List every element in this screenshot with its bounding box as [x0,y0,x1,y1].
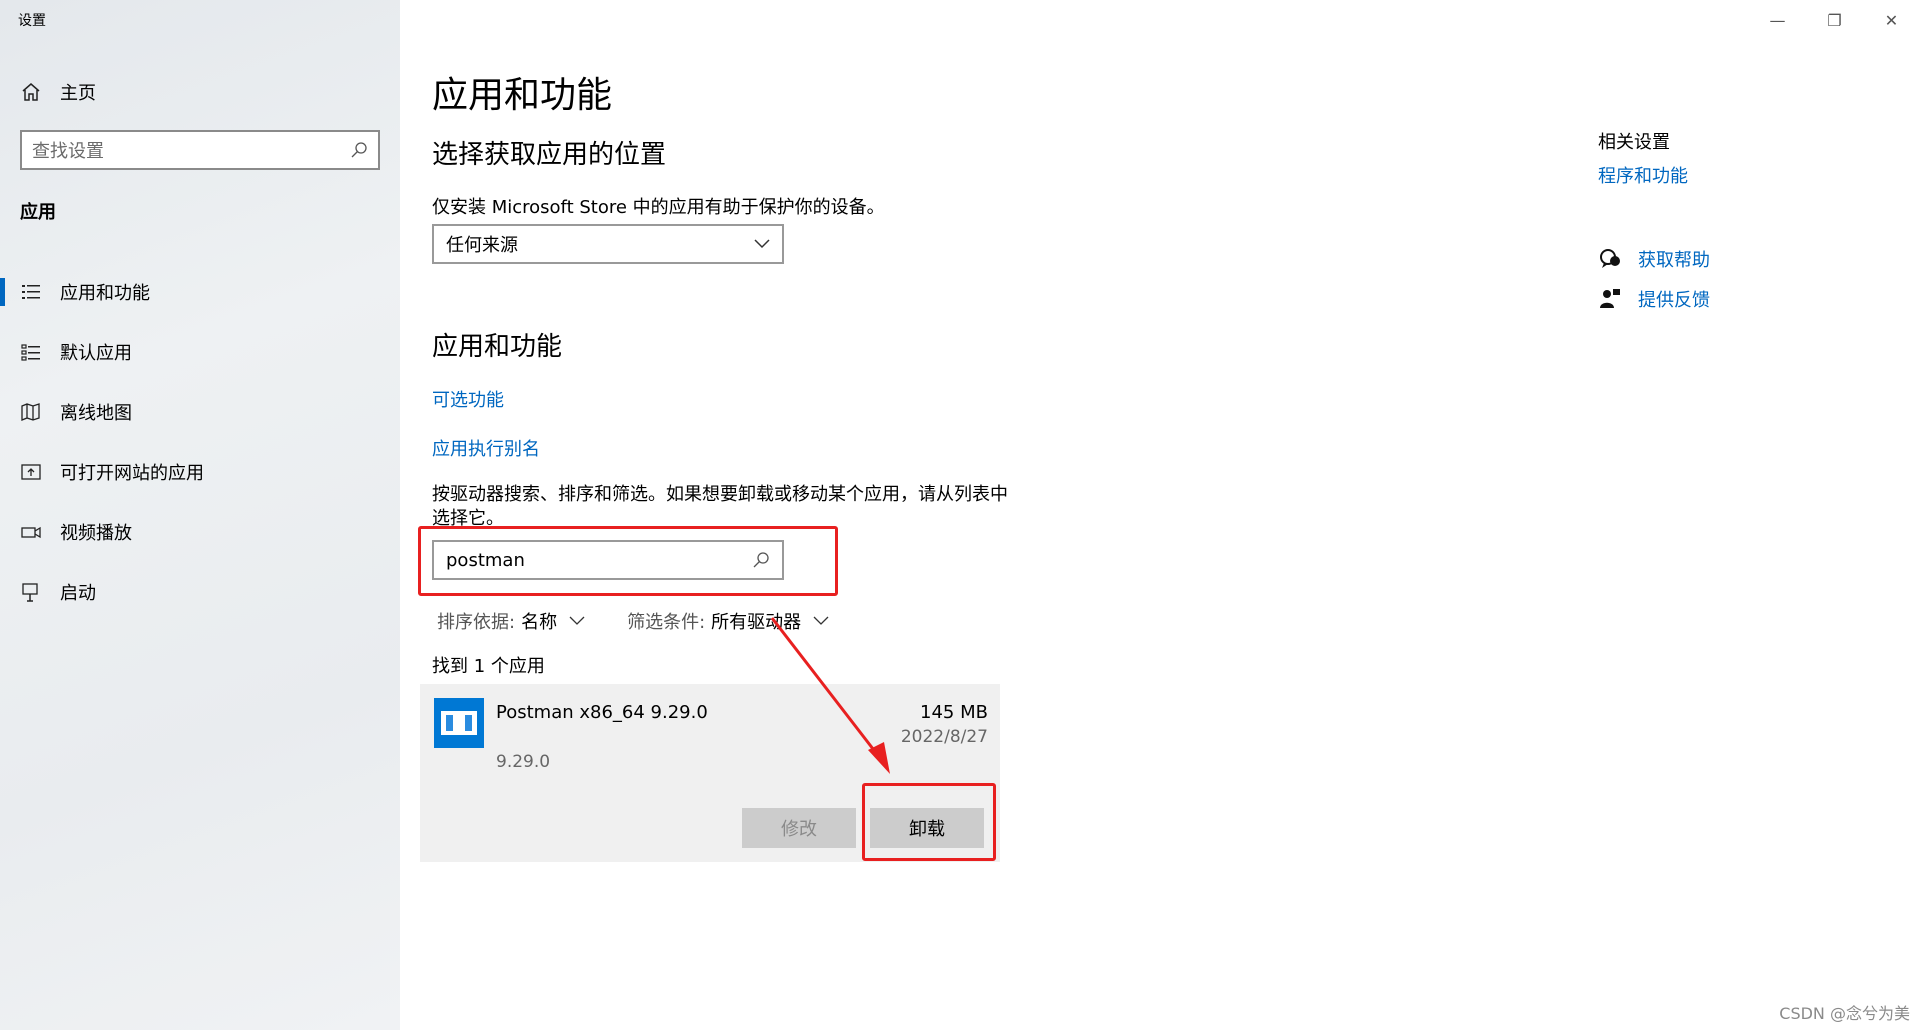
app-date: 2022/8/27 [900,727,988,747]
sidebar-item-label: 可打开网站的应用 [60,463,204,484]
feedback-label: 提供反馈 [1638,290,1710,311]
sort-value: 名称 [521,612,558,633]
sidebar-item-website-apps[interactable]: 可打开网站的应用 [0,442,400,502]
source-dropdown-value: 任何来源 [446,235,518,256]
sidebar-item-label: 应用和功能 [60,283,150,304]
sort-label: 排序依据: [437,612,516,633]
sidebar-item-label: 离线地图 [60,403,132,424]
related-title: 相关设置 [1598,132,1670,153]
sidebar-item-startup[interactable]: 启动 [0,562,400,622]
sidebar-item-default-apps[interactable]: 默认应用 [0,322,400,382]
sidebar-item-video-playback[interactable]: 视频播放 [0,502,400,562]
sidebar-item-label: 视频播放 [60,523,132,544]
source-dropdown[interactable]: 任何来源 [432,224,784,264]
app-icon [434,698,484,748]
filter-label: 筛选条件: [627,612,706,633]
sidebar-item-label: 启动 [60,583,96,604]
optional-features-link[interactable]: 可选功能 [432,386,504,412]
sidebar-nav: 应用和功能 默认应用 离线地图 可打开网站的应用 视频播放 启动 [0,262,400,622]
get-help-label: 获取帮助 [1638,250,1710,271]
app-version: 9.29.0 [496,752,551,772]
location-description: 仅安装 Microsoft Store 中的应用有助于保护你的设备。 [432,197,885,218]
sidebar-section-title: 应用 [20,202,56,223]
app-size: 145 MB [920,702,988,723]
annotation-box-search [418,526,838,596]
sidebar: 设置 主页 查找设置 应用 应用和功能 默认应用 离线地图 可打开网站的应用 视… [0,0,400,1030]
feedback-icon [1600,289,1620,308]
default-apps-icon [21,344,40,361]
annotation-arrow [770,617,890,774]
sidebar-item-offline-maps[interactable]: 离线地图 [0,382,400,442]
sidebar-item-label: 默认应用 [60,343,132,364]
page-title: 应用和功能 [432,75,613,116]
location-heading: 选择获取应用的位置 [432,140,667,170]
get-help-link[interactable]: 获取帮助 [1598,246,1710,272]
startup-icon [22,583,38,602]
sort-dropdown[interactable]: 排序依据: 名称 [437,608,585,634]
sidebar-home-label: 主页 [60,83,96,104]
related-settings: 相关设置 程序和功能 获取帮助 提供反馈 [1598,0,1898,400]
video-icon [21,526,41,539]
programs-features-link[interactable]: 程序和功能 [1598,162,1688,188]
map-icon [21,403,40,421]
settings-search-placeholder: 查找设置 [32,141,104,162]
main-content: 应用和功能 选择获取应用的位置 仅安装 Microsoft Store 中的应用… [418,0,1432,1030]
sidebar-item-apps-features[interactable]: 应用和功能 [0,262,400,322]
app-aliases-link[interactable]: 应用执行别名 [432,435,540,461]
chevron-down-icon [754,239,770,249]
help-chat-icon [1600,249,1620,268]
found-count: 找到 1 个应用 [432,656,545,677]
annotation-box-uninstall [862,783,996,861]
list-icon [22,285,40,299]
home-icon [22,83,40,101]
settings-search-input[interactable]: 查找设置 [20,130,380,170]
open-website-icon [21,464,41,480]
sidebar-home[interactable]: 主页 [20,78,96,106]
apps-heading: 应用和功能 [432,332,563,362]
window-title: 设置 [18,13,46,29]
modify-button[interactable]: 修改 [742,808,856,848]
watermark: CSDN @念兮为美 [1779,1004,1910,1023]
search-icon[interactable] [350,141,368,159]
chevron-down-icon [569,616,585,625]
search-description: 按驱动器搜索、排序和筛选。如果想要卸载或移动某个应用，请从列表中选择它。 [432,484,1008,529]
feedback-link[interactable]: 提供反馈 [1598,286,1710,312]
app-name: Postman x86_64 9.29.0 [496,702,708,723]
